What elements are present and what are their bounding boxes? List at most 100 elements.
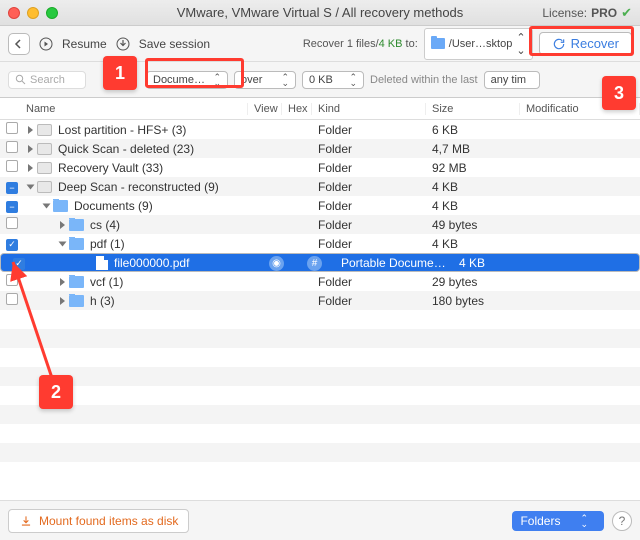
- row-size: 4 KB: [426, 237, 520, 251]
- folder-icon: [431, 38, 445, 49]
- table-row[interactable]: h (3)Folder180 bytes: [0, 291, 640, 310]
- row-label: file000000.pdf: [114, 256, 189, 270]
- back-button[interactable]: [8, 33, 30, 55]
- table-row[interactable]: [0, 329, 640, 348]
- titlebar: VMware, VMware Virtual S / All recovery …: [0, 0, 640, 26]
- disclosure-triangle-icon[interactable]: [28, 164, 33, 172]
- row-label: Documents (9): [74, 199, 153, 213]
- folder-icon: [69, 238, 84, 250]
- row-size: 92 MB: [426, 161, 520, 175]
- close-window-button[interactable]: [8, 7, 20, 19]
- destination-path-button[interactable]: /User…sktop ⌃⌄: [424, 28, 533, 60]
- column-view[interactable]: View: [248, 103, 282, 115]
- table-row[interactable]: [0, 367, 640, 386]
- search-input[interactable]: Search: [8, 71, 86, 89]
- search-placeholder: Search: [30, 74, 65, 86]
- mount-items-button[interactable]: Mount found items as disk: [8, 509, 189, 533]
- row-checkbox[interactable]: −: [6, 201, 18, 213]
- row-label: Lost partition - HFS+ (3): [58, 123, 186, 137]
- row-label: Deep Scan - reconstructed (9): [58, 180, 219, 194]
- row-checkbox[interactable]: [6, 217, 18, 229]
- folder-icon: [69, 219, 84, 231]
- disclosure-triangle-icon[interactable]: [28, 145, 33, 153]
- filter-toolbar: Search Docume…⌃⌄ over⌃⌄ 0 KB⌃⌄ Deleted w…: [0, 62, 640, 98]
- recover-summary: Recover 1 files/4 KB to:: [303, 38, 418, 50]
- license-label: License:: [542, 6, 587, 20]
- table-header: Name View Hex Kind Size Modificatio: [0, 98, 640, 120]
- window-controls: [8, 7, 58, 19]
- file-icon: [96, 256, 108, 270]
- file-tree[interactable]: Lost partition - HFS+ (3)Folder6 KBQuick…: [0, 120, 640, 470]
- row-kind: Folder: [312, 237, 426, 251]
- column-name[interactable]: Name: [20, 103, 248, 115]
- arrow-annotation: [7, 256, 63, 386]
- table-row[interactable]: Lost partition - HFS+ (3) Folder6 KB: [0, 120, 640, 139]
- drive-icon: [37, 143, 52, 155]
- minimize-window-button[interactable]: [27, 7, 39, 19]
- table-row[interactable]: ✓ pdf (1) Folder4 KB: [0, 234, 640, 253]
- row-label: Recovery Vault (33): [58, 161, 163, 175]
- table-row[interactable]: [0, 424, 640, 443]
- table-row[interactable]: [0, 405, 640, 424]
- row-size: 6 KB: [426, 123, 520, 137]
- table-row[interactable]: [0, 443, 640, 462]
- folder-icon: [53, 200, 68, 212]
- callout-1: 1: [103, 56, 137, 90]
- chevron-updown-icon: ⌃⌄: [516, 31, 525, 57]
- table-row[interactable]: [0, 348, 640, 367]
- row-checkbox[interactable]: −: [6, 182, 18, 194]
- column-kind[interactable]: Kind: [312, 103, 426, 115]
- row-size: 4 KB: [426, 180, 520, 194]
- disclosure-triangle-icon[interactable]: [60, 221, 65, 229]
- table-row[interactable]: Recovery Vault (33)Folder92 MB: [0, 158, 640, 177]
- column-size[interactable]: Size: [426, 103, 520, 115]
- row-checkbox[interactable]: [6, 122, 18, 134]
- row-label: pdf (1): [90, 237, 125, 251]
- play-icon[interactable]: [36, 34, 56, 54]
- folder-icon: [69, 295, 84, 307]
- zoom-window-button[interactable]: [46, 7, 58, 19]
- row-size: 4,7 MB: [426, 142, 520, 156]
- table-row[interactable]: [0, 310, 640, 329]
- row-checkbox[interactable]: ✓: [6, 239, 18, 251]
- callout-3: 3: [602, 76, 636, 110]
- destination-path-label: /User…sktop: [449, 38, 513, 50]
- row-kind: Folder: [312, 123, 426, 137]
- row-label: vcf (1): [90, 275, 123, 289]
- deleted-within-label: Deleted within the last: [370, 74, 478, 86]
- row-checkbox[interactable]: [6, 141, 18, 153]
- disclosure-triangle-icon[interactable]: [27, 184, 35, 189]
- save-icon[interactable]: [113, 34, 133, 54]
- resume-button[interactable]: Resume: [62, 37, 107, 51]
- time-filter-select[interactable]: any tim: [484, 71, 540, 89]
- disclosure-triangle-icon[interactable]: [43, 203, 51, 208]
- table-row[interactable]: ✓file000000.pdf◉#Portable Docume…4 KB: [0, 253, 640, 272]
- license-status: License: PRO ✔: [542, 5, 632, 21]
- mount-items-label: Mount found items as disk: [39, 514, 178, 528]
- check-icon: ✔: [621, 5, 632, 21]
- table-row[interactable]: − Deep Scan - reconstructed (9) Folder4 KB: [0, 177, 640, 196]
- table-row[interactable]: cs (4)Folder49 bytes: [0, 215, 640, 234]
- drive-icon: [37, 124, 52, 136]
- size-filter-select[interactable]: 0 KB⌃⌄: [302, 71, 364, 89]
- row-kind: Folder: [312, 180, 426, 194]
- row-kind: Portable Docume…: [335, 256, 449, 270]
- disclosure-triangle-icon[interactable]: [28, 126, 33, 134]
- row-label: Quick Scan - deleted (23): [58, 142, 194, 156]
- table-row[interactable]: Quick Scan - deleted (23)Folder4,7 MB: [0, 139, 640, 158]
- save-session-button[interactable]: Save session: [139, 37, 210, 51]
- table-row[interactable]: vcf (1)Folder29 bytes: [0, 272, 640, 291]
- row-label: cs (4): [90, 218, 120, 232]
- row-label: h (3): [90, 294, 115, 308]
- preview-icon[interactable]: ◉: [269, 256, 284, 271]
- column-hex[interactable]: Hex: [282, 103, 312, 115]
- view-mode-select[interactable]: Folders⌃⌄: [512, 511, 604, 531]
- hex-icon[interactable]: #: [307, 256, 322, 271]
- row-checkbox[interactable]: [6, 160, 18, 172]
- row-kind: Folder: [312, 294, 426, 308]
- table-row[interactable]: [0, 386, 640, 405]
- help-button[interactable]: ?: [612, 511, 632, 531]
- table-row[interactable]: −Documents (9)Folder4 KB: [0, 196, 640, 215]
- row-kind: Folder: [312, 275, 426, 289]
- disclosure-triangle-icon[interactable]: [59, 241, 67, 246]
